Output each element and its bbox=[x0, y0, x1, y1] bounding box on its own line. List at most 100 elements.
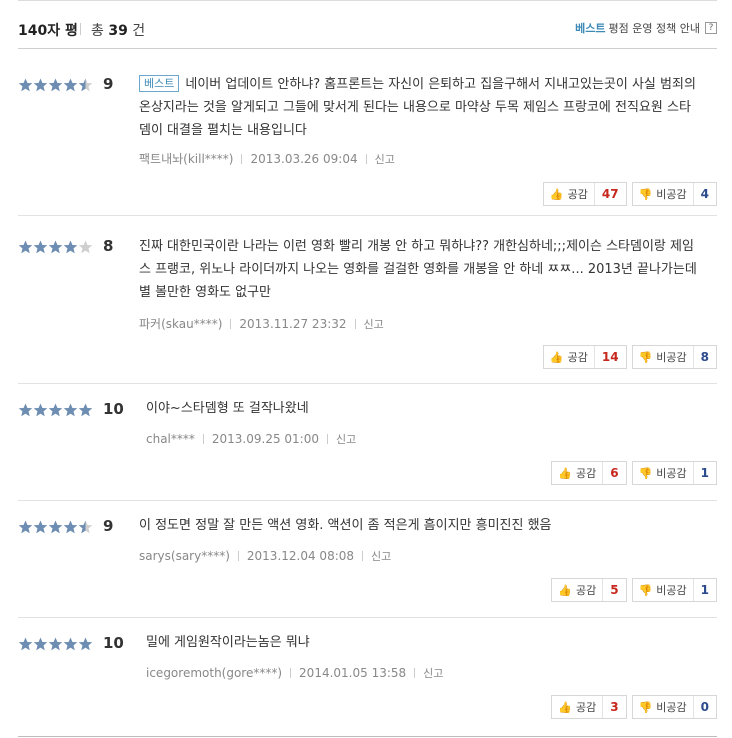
thumbs-up-icon: 👍 bbox=[558, 700, 572, 714]
star-full-icon bbox=[78, 403, 93, 417]
review-date: 2013.12.04 08:08 bbox=[246, 549, 355, 563]
help-icon[interactable]: ? bbox=[705, 22, 717, 34]
star-full-icon bbox=[18, 520, 33, 534]
review-score: 10 bbox=[103, 634, 124, 652]
like-button[interactable]: 👍 공감 bbox=[544, 346, 595, 368]
star-full-icon bbox=[18, 78, 33, 92]
dislike-button[interactable]: 👎 비공감 bbox=[633, 346, 694, 368]
dislike-button[interactable]: 👎 비공감 bbox=[633, 696, 694, 718]
review-date: 2013.11.27 23:32 bbox=[239, 316, 347, 331]
star-full-icon bbox=[48, 403, 63, 417]
review-date: 2013.03.26 09:04 bbox=[250, 151, 358, 166]
thumbs-up-icon: 👍 bbox=[558, 583, 572, 597]
vote-controls: 👍 공감 6 👎 비공감 1 bbox=[546, 461, 717, 485]
star-full-icon bbox=[18, 240, 33, 254]
dislike-button[interactable]: 👎 비공감 bbox=[633, 579, 694, 601]
review-score: 8 bbox=[103, 237, 114, 255]
like-button[interactable]: 👍 공감 bbox=[544, 183, 595, 205]
section-title: 140자 평 bbox=[18, 23, 78, 39]
review-author[interactable]: 팩트내놔(kill****) bbox=[139, 150, 233, 167]
like-box: 👍 공감 5 bbox=[551, 578, 627, 602]
like-box: 👍 공감 14 bbox=[542, 345, 627, 369]
thumbs-down-icon: 👎 bbox=[638, 350, 653, 364]
header-separator bbox=[80, 23, 81, 35]
star-full-icon bbox=[63, 240, 78, 254]
star-full-icon bbox=[48, 520, 63, 534]
dislike-count: 4 bbox=[700, 187, 709, 201]
dislike-box: 👎 비공감 1 bbox=[631, 461, 717, 485]
review-text: 밀에 게임원작이라는놈은 뭐냐 bbox=[146, 635, 310, 650]
report-link[interactable]: 신고 bbox=[364, 316, 384, 332]
star-full-icon bbox=[48, 78, 63, 92]
vote-controls: 👍 공감 3 👎 비공감 0 bbox=[546, 695, 717, 719]
review-meta: sarys(sary****) 2013.12.04 08:08 신고 bbox=[139, 548, 391, 564]
review-item: 8 진짜 대한민국이란 나라는 이런 영화 빨리 개봉 안 하고 뭐하냐?? 개… bbox=[18, 215, 717, 384]
thumbs-down-icon: 👎 bbox=[638, 700, 653, 714]
star-full-icon bbox=[33, 78, 48, 92]
like-count: 6 bbox=[610, 466, 619, 480]
report-link[interactable]: 신고 bbox=[423, 665, 443, 681]
vote-controls: 👍 공감 47 👎 비공감 4 bbox=[538, 182, 717, 206]
thumbs-down-icon: 👎 bbox=[638, 466, 653, 480]
review-author[interactable]: 파커(skau****) bbox=[139, 315, 222, 332]
report-link[interactable]: 신고 bbox=[375, 151, 395, 167]
dislike-box: 👎 비공감 0 bbox=[631, 695, 717, 719]
like-button[interactable]: 👍 공감 bbox=[552, 579, 604, 601]
star-half-icon bbox=[78, 520, 93, 534]
star-full-icon bbox=[18, 637, 33, 651]
reviews-header: 140자 평 총 39 건 베스트 평점 운영 정책 안내 ? bbox=[18, 14, 717, 49]
review-date: 2013.09.25 01:00 bbox=[211, 432, 319, 446]
review-item: 9 베스트 네이버 업데이트 안하냐? 홈프론트는 자신이 은퇴하고 집을구해서 … bbox=[18, 64, 717, 216]
like-count: 3 bbox=[610, 700, 619, 714]
total-count: 총 39 건 bbox=[91, 23, 146, 39]
thumbs-down-icon: 👎 bbox=[638, 583, 653, 597]
policy-link[interactable]: 베스트 평점 운영 정책 안내 ? bbox=[575, 20, 717, 36]
star-rating bbox=[18, 403, 93, 417]
like-button[interactable]: 👍 공감 bbox=[552, 696, 604, 718]
star-full-icon bbox=[63, 520, 78, 534]
review-score: 9 bbox=[103, 517, 114, 535]
review-date: 2014.01.05 13:58 bbox=[299, 666, 407, 680]
star-full-icon bbox=[33, 520, 48, 534]
review-author[interactable]: sarys(sary****) bbox=[139, 549, 230, 563]
star-half-icon bbox=[78, 78, 93, 92]
review-score: 10 bbox=[103, 400, 124, 418]
dislike-count: 0 bbox=[700, 700, 709, 714]
review-text: 이야~스타뎀형 또 걸작나왔네 bbox=[146, 401, 309, 416]
report-link[interactable]: 신고 bbox=[371, 548, 391, 564]
review-author[interactable]: icegoremoth(gore****) bbox=[146, 666, 282, 680]
like-box: 👍 공감 6 bbox=[551, 461, 627, 485]
thumbs-up-icon: 👍 bbox=[549, 187, 564, 201]
like-box: 👍 공감 47 bbox=[542, 182, 627, 206]
thumbs-up-icon: 👍 bbox=[558, 466, 572, 480]
star-full-icon bbox=[18, 403, 33, 417]
star-full-icon bbox=[33, 637, 48, 651]
review-text: 베스트 네이버 업데이트 안하냐? 홈프론트는 자신이 은퇴하고 집을구해서 지내… bbox=[139, 75, 696, 138]
report-link[interactable]: 신고 bbox=[336, 431, 356, 447]
star-full-icon bbox=[63, 78, 78, 92]
review-meta: chal**** 2013.09.25 01:00 신고 bbox=[146, 431, 356, 447]
policy-best-label: 베스트 bbox=[575, 22, 606, 35]
star-full-icon bbox=[48, 240, 63, 254]
star-rating bbox=[18, 78, 93, 92]
dislike-box: 👎 비공감 8 bbox=[631, 345, 717, 369]
like-button[interactable]: 👍 공감 bbox=[552, 462, 604, 484]
star-full-icon bbox=[63, 403, 78, 417]
dislike-button[interactable]: 👎 비공감 bbox=[633, 462, 694, 484]
star-full-icon bbox=[78, 637, 93, 651]
like-count: 47 bbox=[601, 187, 619, 201]
star-rating bbox=[18, 520, 93, 534]
review-text: 진짜 대한민국이란 나라는 이런 영화 빨리 개봉 안 하고 뭐하냐?? 개한심… bbox=[139, 239, 697, 300]
review-item: 10 이야~스타뎀형 또 걸작나왔네 chal**** 2013.09.25 0… bbox=[18, 383, 717, 501]
dislike-box: 👎 비공감 1 bbox=[631, 578, 717, 602]
star-full-icon bbox=[33, 403, 48, 417]
policy-label: 평점 운영 정책 안내 bbox=[608, 22, 700, 35]
review-meta: 파커(skau****) 2013.11.27 23:32 신고 bbox=[139, 315, 384, 332]
like-box: 👍 공감 3 bbox=[551, 695, 627, 719]
thumbs-up-icon: 👍 bbox=[549, 350, 564, 364]
vote-controls: 👍 공감 14 👎 비공감 8 bbox=[538, 345, 717, 369]
dislike-button[interactable]: 👎 비공감 bbox=[633, 183, 694, 205]
best-badge: 베스트 bbox=[139, 75, 180, 92]
review-author[interactable]: chal**** bbox=[146, 432, 195, 446]
top-divider bbox=[18, 0, 717, 1]
